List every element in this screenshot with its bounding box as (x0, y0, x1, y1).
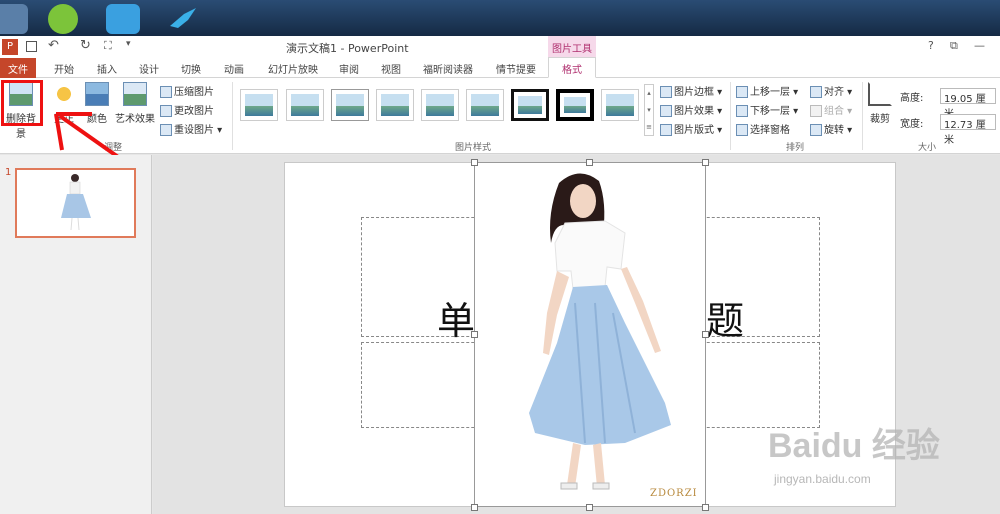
brand-logo: ZDORZI (650, 488, 698, 499)
slide-thumbnail-pane: 1 (0, 155, 152, 514)
baidu-watermark-url: jingyan.baidu.com (774, 472, 871, 486)
selected-picture[interactable] (474, 162, 706, 507)
resize-handle-right[interactable] (702, 331, 709, 338)
resize-handle-bottom-right[interactable] (702, 504, 709, 511)
resize-handle-top-left[interactable] (471, 159, 478, 166)
resize-handle-top[interactable] (586, 159, 593, 166)
slide-thumbnail[interactable] (15, 168, 136, 238)
title-text-right: 题 (706, 299, 745, 343)
title-text-left: 单 (437, 299, 476, 343)
resize-handle-top-right[interactable] (702, 159, 709, 166)
slide-number: 1 (5, 167, 12, 178)
resize-handle-bottom-left[interactable] (471, 504, 478, 511)
woman-photo-icon (529, 173, 671, 490)
resize-handle-bottom[interactable] (586, 504, 593, 511)
baidu-watermark: Baidu 经验 (768, 427, 940, 465)
thumbnail-figure-icon (61, 174, 91, 231)
resize-handle-left[interactable] (471, 331, 478, 338)
